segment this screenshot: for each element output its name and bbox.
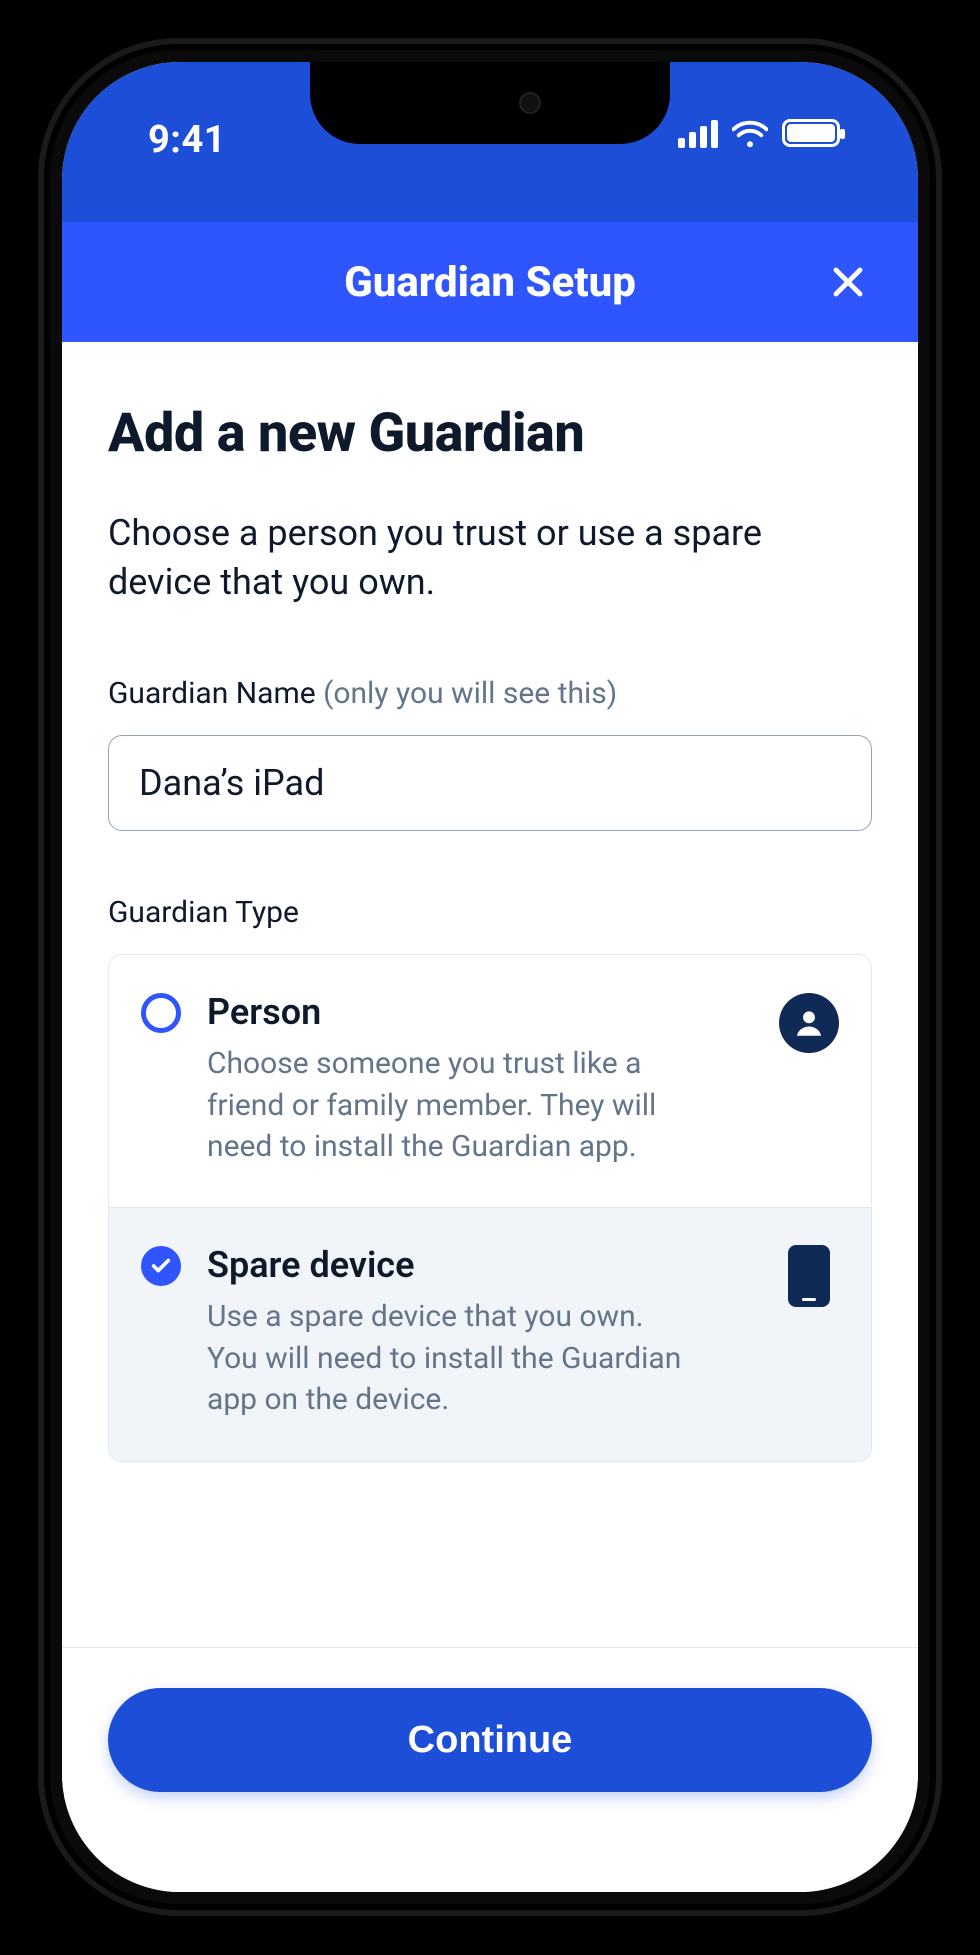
status-time: 9:41 bbox=[148, 118, 226, 162]
nav-title: Guardian Setup bbox=[344, 258, 636, 307]
wifi-icon bbox=[732, 118, 768, 148]
front-camera bbox=[519, 92, 541, 114]
status-icons bbox=[678, 118, 840, 148]
guardian-type-group: Person Choose someone you trust like a f… bbox=[108, 954, 872, 1461]
page-subtitle: Choose a person you trust or use a spare… bbox=[108, 509, 872, 606]
guardian-name-label-text: Guardian Name bbox=[108, 676, 323, 711]
hw-power-button bbox=[940, 600, 954, 820]
guardian-type-label: Guardian Type bbox=[108, 895, 872, 930]
person-icon bbox=[779, 993, 839, 1053]
guardian-name-hint: (only you will see this) bbox=[323, 676, 617, 711]
guardian-name-label: Guardian Name (only you will see this) bbox=[108, 676, 872, 711]
option-title: Person bbox=[207, 991, 753, 1033]
battery-icon bbox=[782, 119, 840, 147]
nav-header: Guardian Setup bbox=[62, 222, 918, 342]
close-icon bbox=[830, 264, 866, 300]
cellular-icon bbox=[678, 118, 718, 148]
device-notch bbox=[310, 62, 670, 144]
page-title: Add a new Guardian bbox=[108, 402, 872, 465]
radio-unchecked-icon bbox=[141, 993, 181, 1033]
guardian-name-input[interactable] bbox=[108, 735, 872, 831]
option-desc: Use a spare device that you own. You wil… bbox=[207, 1296, 687, 1420]
guardian-type-person[interactable]: Person Choose someone you trust like a f… bbox=[109, 955, 871, 1207]
close-button[interactable] bbox=[826, 260, 870, 304]
status-bar: 9:41 bbox=[62, 62, 918, 222]
guardian-type-spare-device[interactable]: Spare device Use a spare device that you… bbox=[109, 1207, 871, 1460]
option-desc: Choose someone you trust like a friend o… bbox=[207, 1043, 687, 1167]
smartphone-icon bbox=[779, 1246, 839, 1306]
radio-checked-icon bbox=[141, 1246, 181, 1286]
continue-button[interactable]: Continue bbox=[108, 1688, 872, 1792]
phone-frame: 9:41 Guardian Setup bbox=[38, 38, 942, 1916]
option-title: Spare device bbox=[207, 1244, 753, 1286]
footer: Continue bbox=[62, 1647, 918, 1892]
content: Add a new Guardian Choose a person you t… bbox=[62, 342, 918, 1647]
screen: 9:41 Guardian Setup bbox=[62, 62, 918, 1892]
